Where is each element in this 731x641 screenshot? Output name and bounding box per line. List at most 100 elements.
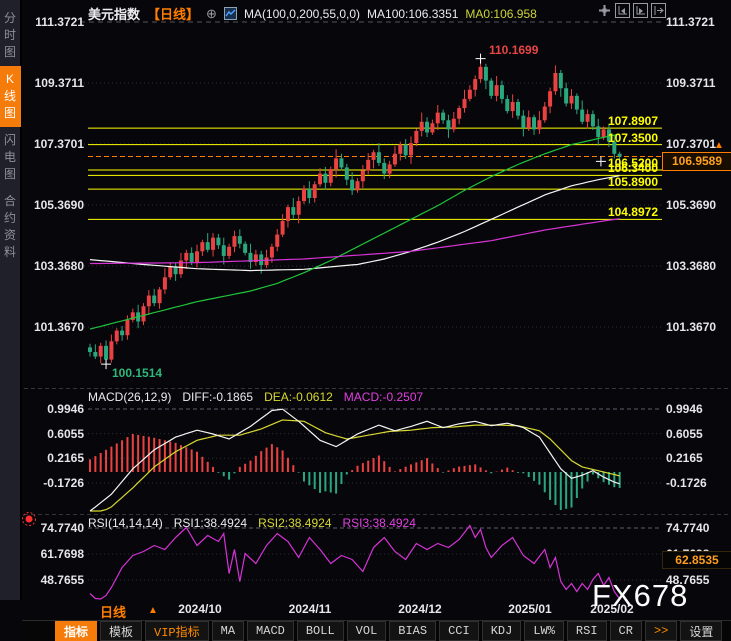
toolbar-item-设置[interactable]: 设置 [680, 621, 722, 641]
ma-settings-label: MA(100,0,200,55,0,0) [244, 7, 360, 21]
jump-to-latest-icon[interactable] [651, 3, 666, 18]
current-price-badge: 106.9589 [662, 152, 731, 171]
toolbar-item-ma[interactable]: MA [212, 621, 244, 641]
cursor-cross-marker [101, 359, 111, 369]
chart-type-sidebar: 分时图K线图闪电图合约资料 [0, 0, 22, 600]
chart-window-controls [597, 3, 666, 18]
main-y-axis-label: 101.3670 [666, 320, 730, 334]
macd-macd-value: MACD:-0.2507 [344, 390, 423, 404]
sidebar-item-char: 线 [4, 88, 16, 105]
main-y-axis-label: 107.3701 [24, 137, 84, 151]
main-y-axis-label: 103.3680 [24, 259, 84, 273]
toolbar-item-bias[interactable]: BIAS [389, 621, 436, 641]
sidebar-item-0[interactable]: 分时图 [0, 5, 21, 66]
macd-y-axis-label: -0.1726 [24, 476, 84, 490]
sidebar-item-char: 约 [4, 210, 16, 227]
ma-line-ma55 [90, 134, 620, 329]
macd-y-axis-label: -0.1726 [666, 476, 730, 490]
indicator-toolbar: 指标模板VIP指标MAMACDBOLLVOLBIASCCIKDJLW%RSICR… [22, 620, 731, 641]
price-level-label: 104.8972 [608, 205, 658, 219]
toolbar-item-cci[interactable]: CCI [439, 621, 479, 641]
price-level-label: 106.3400 [608, 161, 658, 175]
price-level-label: 107.8907 [608, 114, 658, 128]
toolbar-item-kdj[interactable]: KDJ [482, 621, 522, 641]
x-axis-label: 2024/11 [289, 602, 332, 616]
sidebar-item-char: 图 [4, 166, 16, 183]
main-y-axis-label: 105.3690 [666, 198, 730, 212]
x-axis-label: 2024/12 [398, 602, 441, 616]
sidebar-item-1[interactable]: K线图 [0, 66, 21, 127]
toolbar-item-more[interactable]: >> [645, 621, 677, 641]
toolbar-item-rsi[interactable]: RSI [567, 621, 607, 641]
macd-name: MACD(26,12,9) [88, 390, 171, 404]
main-y-axis-label: 109.3711 [666, 76, 730, 90]
rsi1-value: RSI1:38.4924 [174, 516, 247, 530]
chart-canvas[interactable] [0, 0, 731, 641]
macd-y-axis-label: 0.2165 [666, 451, 730, 465]
toolbar-item-模板[interactable]: 模板 [100, 621, 142, 641]
x-axis-label: 2024/10 [178, 602, 221, 616]
sidebar-item-2[interactable]: 闪电图 [0, 127, 21, 188]
sidebar-item-char: 时 [4, 27, 16, 44]
macd-histogram [90, 434, 620, 510]
mini-chart-icon[interactable] [224, 7, 237, 20]
toolbar-item-macd[interactable]: MACD [247, 621, 294, 641]
toolbar-item-指标[interactable]: 指标 [55, 621, 97, 641]
trading-app-window: 分时图K线图闪电图合约资料 美元指数【日线】 ⊕ MA(100,0,200,55… [0, 0, 731, 641]
sidebar-item-char: 图 [4, 105, 16, 122]
cursor-cross-marker [596, 156, 606, 166]
high-price-label: 110.1699 [489, 43, 538, 57]
macd-panel-header: MACD(26,12,9) DIFF:-0.1865 DEA:-0.0612 M… [88, 390, 423, 404]
add-indicator-icon[interactable]: ⊕ [206, 6, 217, 22]
macd-y-axis-label: 0.9946 [24, 402, 84, 416]
macd-y-axis-label: 0.6055 [666, 427, 730, 441]
sidebar-item-char: 分 [4, 10, 16, 27]
toolbar-item-cr[interactable]: CR [610, 621, 642, 641]
cursor-cross-marker [476, 54, 486, 64]
period-selector[interactable]: 日线 [100, 602, 126, 621]
sidebar-item-char: 闪 [4, 132, 16, 149]
move-icon[interactable] [597, 3, 612, 18]
zoom-axis-right-icon[interactable] [633, 3, 648, 18]
rsi-y-axis-label: 48.7655 [24, 573, 84, 587]
macd-y-axis-label: 0.6055 [24, 427, 84, 441]
main-y-axis-label: 105.3690 [24, 198, 84, 212]
toolbar-item-lw%[interactable]: LW% [524, 621, 564, 641]
toolbar-item-vip指标[interactable]: VIP指标 [145, 621, 209, 641]
rsi-y-axis-label: 74.7740 [24, 521, 84, 535]
x-axis-label: 2025/01 [508, 602, 551, 616]
rsi-value-badge: 62.8535 [662, 551, 731, 569]
rsi-y-axis-label: 61.7698 [24, 547, 84, 561]
ma-line-ma200 [90, 219, 620, 264]
chart-header: 美元指数【日线】 ⊕ MA(100,0,200,55,0,0) MA100:10… [88, 4, 537, 23]
rsi3-value: RSI3:38.4924 [343, 516, 416, 530]
macd-y-axis-label: 0.9946 [666, 402, 730, 416]
period-dropdown-arrow-icon[interactable]: ▲ [148, 605, 158, 616]
main-y-axis-label: 111.3721 [666, 15, 730, 29]
low-price-label: 100.1514 [112, 366, 162, 380]
sidebar-item-char: 料 [4, 244, 16, 261]
macd-diff-value: DIFF:-0.1865 [182, 390, 253, 404]
main-y-axis-label: 103.3680 [666, 259, 730, 273]
macd-dea-value: DEA:-0.0612 [264, 390, 333, 404]
zoom-axis-left-icon[interactable] [615, 3, 630, 18]
price-up-arrow-icon: ▲ [714, 141, 724, 151]
sidebar-item-char: 电 [4, 149, 16, 166]
price-level-label: 105.8900 [608, 175, 658, 189]
toolbar-item-vol[interactable]: VOL [347, 621, 387, 641]
rsi2-value: RSI2:38.4924 [258, 516, 331, 530]
rsi-line [90, 526, 620, 600]
ma0-value: MA0:106.958 [465, 7, 536, 21]
macd-y-axis-label: 0.2165 [24, 451, 84, 465]
main-y-axis-label: 101.3670 [24, 320, 84, 334]
ma-line-ma100 [90, 176, 620, 271]
candlestick-series [88, 59, 622, 365]
price-level-label: 107.3500 [608, 131, 658, 145]
rsi-name: RSI(14,14,14) [88, 516, 163, 530]
sidebar-item-char: 合 [4, 193, 16, 210]
period-tag: 【日线】 [147, 4, 199, 23]
main-y-axis-label: 109.3711 [24, 76, 84, 90]
main-y-axis-label: 111.3721 [24, 15, 84, 29]
sidebar-item-3[interactable]: 合约资料 [0, 188, 21, 266]
toolbar-item-boll[interactable]: BOLL [297, 621, 344, 641]
